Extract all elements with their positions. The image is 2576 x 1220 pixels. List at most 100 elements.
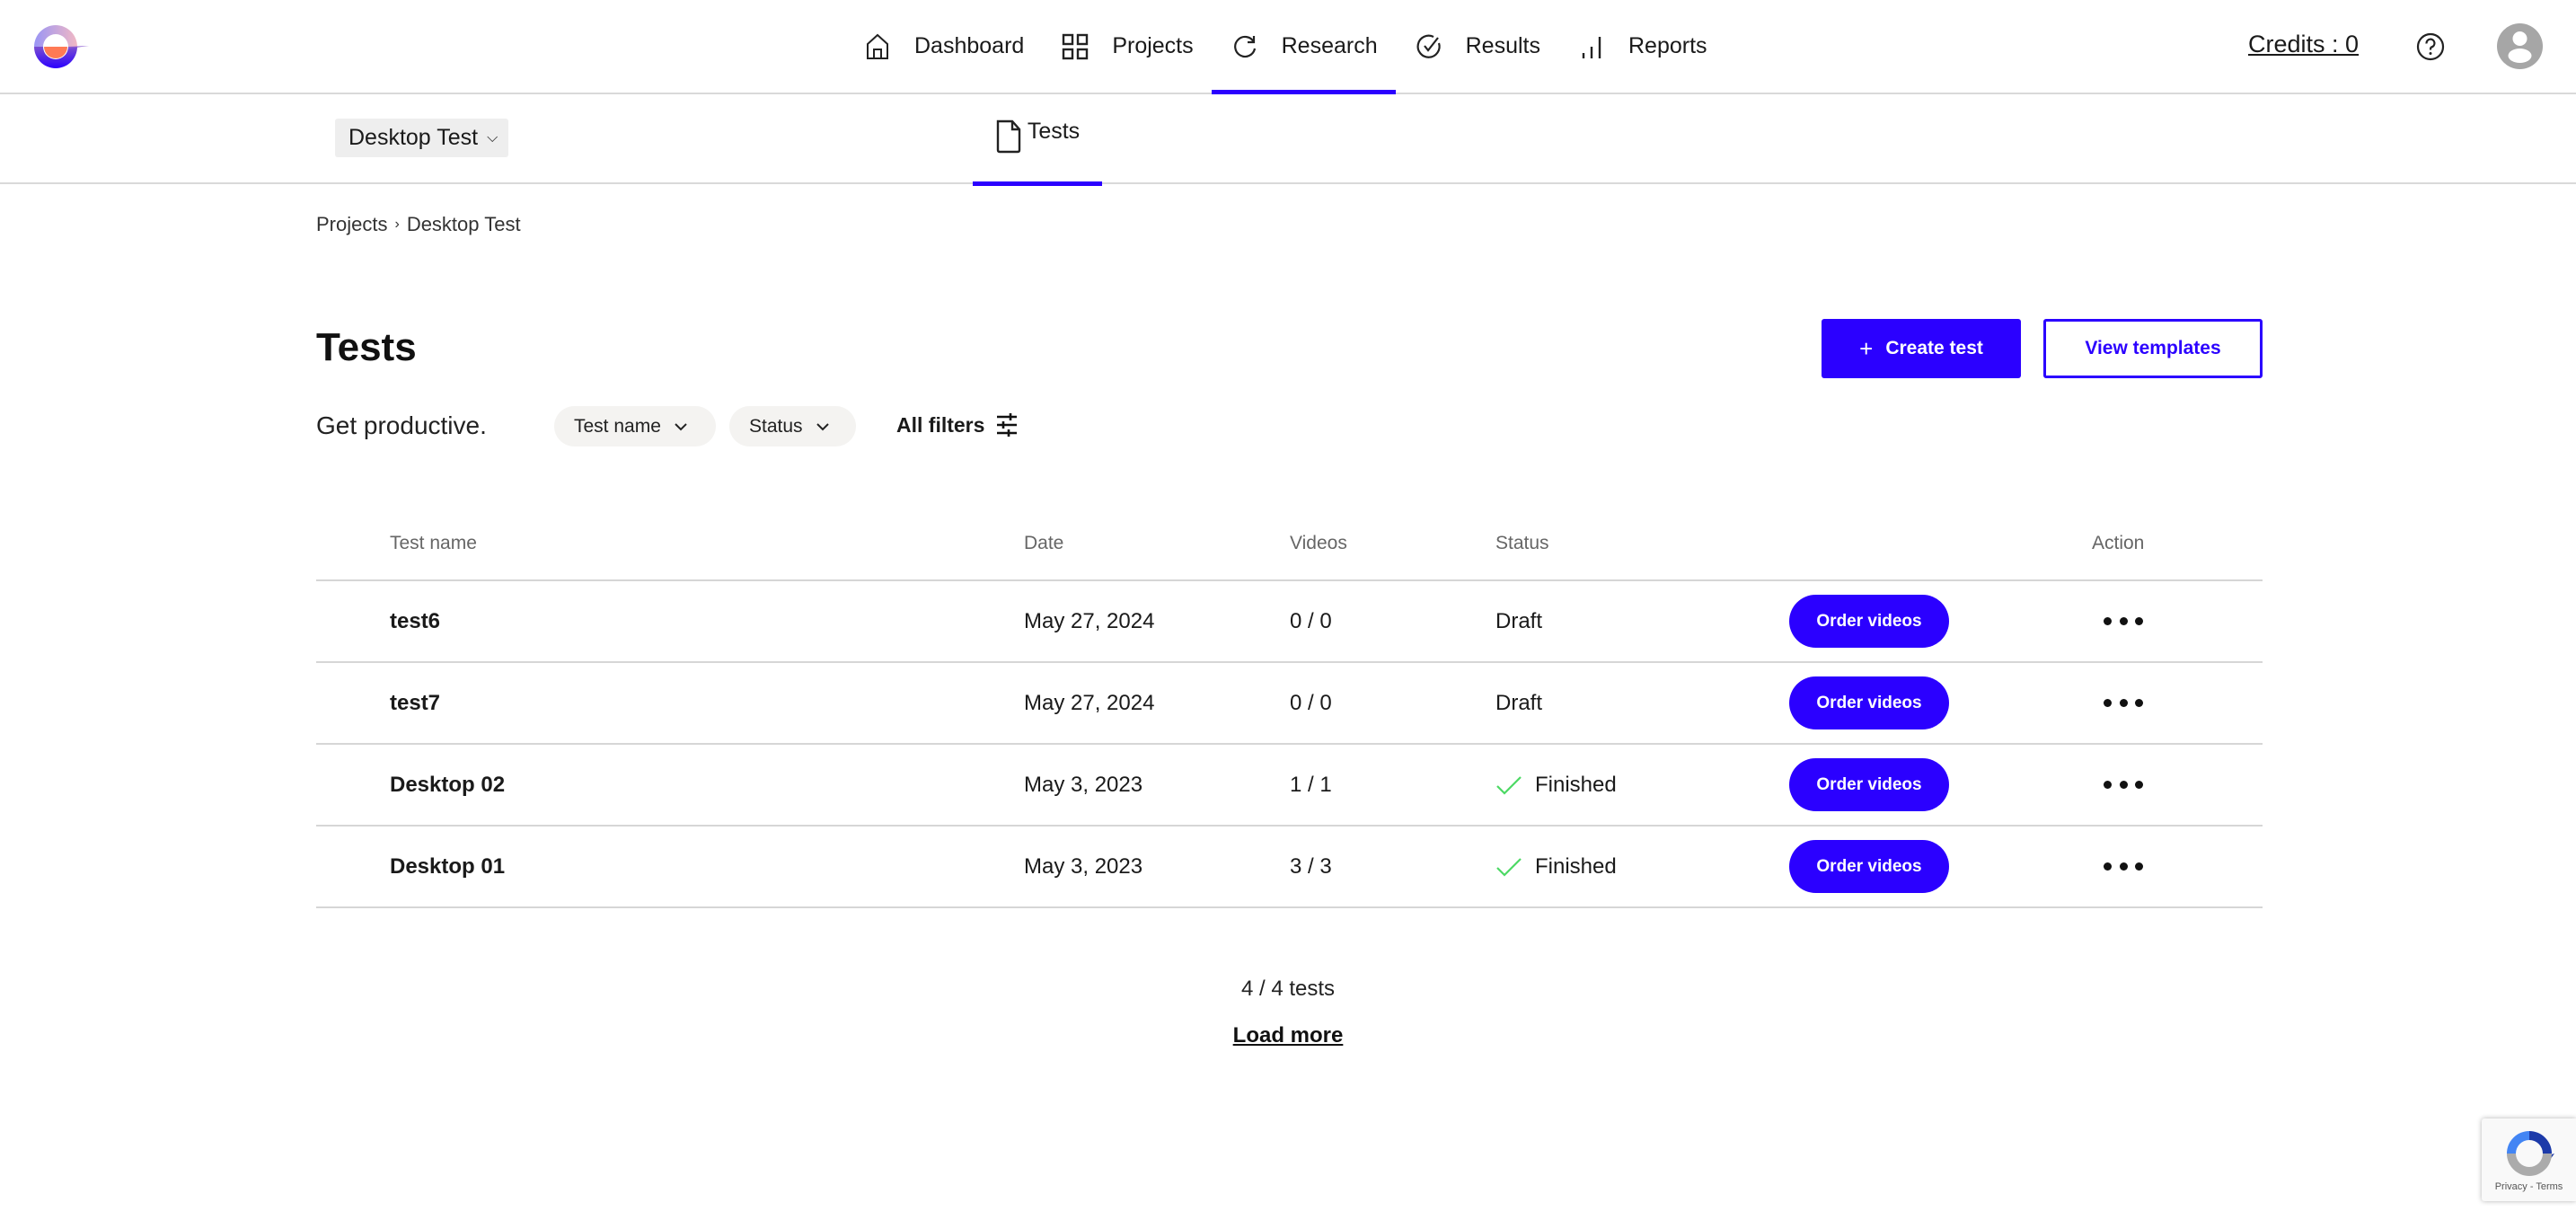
action-cell — [2104, 745, 2143, 825]
nav-label: Dashboard — [914, 33, 1025, 58]
nav-label: Reports — [1628, 33, 1707, 58]
chevron-down-icon — [675, 422, 687, 430]
recaptcha-icon — [2506, 1131, 2554, 1176]
all-filters-label: All filters — [896, 412, 985, 437]
status-label: Draft — [1495, 690, 1543, 715]
table-body: test6 May 27, 2024 0 / 0 Draft Order vid… — [316, 581, 2263, 908]
status-label: Finished — [1535, 772, 1617, 797]
test-status: Draft — [1495, 663, 1542, 743]
tests-table: Test name Date Videos Status Action test… — [316, 526, 2263, 908]
nav-label: Projects — [1112, 33, 1194, 58]
filter-status[interactable]: Status — [729, 406, 856, 446]
user-avatar-icon[interactable] — [2497, 23, 2543, 69]
recaptcha-badge[interactable]: Privacy - Terms — [2482, 1118, 2576, 1201]
order-cell: Order videos — [1789, 663, 1949, 743]
test-name[interactable]: Desktop 01 — [390, 827, 505, 906]
column-header-action: Action — [2092, 533, 2145, 553]
more-options-icon[interactable] — [2104, 690, 2143, 717]
test-name[interactable]: Desktop 02 — [390, 745, 505, 825]
top-navigation-bar: Dashboard Projects Research Results Repo… — [0, 0, 2576, 94]
more-options-icon[interactable] — [2104, 772, 2143, 799]
view-templates-button[interactable]: View templates — [2043, 319, 2263, 378]
chevron-down-icon: ⌵ — [487, 129, 498, 146]
load-more-container: Load more — [0, 1023, 2576, 1048]
nav-reports[interactable]: Reports — [1558, 0, 1725, 93]
test-videos: 0 / 0 — [1290, 608, 1332, 633]
nav-results[interactable]: Results — [1396, 0, 1558, 93]
table-row[interactable]: Desktop 01 May 3, 2023 3 / 3 Finished Or… — [316, 827, 2263, 908]
test-date: May 27, 2024 — [1024, 690, 1155, 715]
filter-label: Status — [749, 415, 803, 437]
column-header-test-name[interactable]: Test name — [390, 533, 477, 554]
bar-chart-icon — [1576, 31, 1607, 62]
test-videos: 1 / 1 — [1290, 772, 1332, 797]
column-header-status[interactable]: Status — [1495, 533, 1549, 554]
document-icon — [996, 119, 1021, 154]
order-cell: Order videos — [1789, 581, 1949, 661]
table-row[interactable]: test7 May 27, 2024 0 / 0 Draft Order vid… — [316, 663, 2263, 745]
check-icon — [1496, 775, 1522, 795]
check-circle-icon — [1414, 31, 1444, 62]
grid-icon — [1060, 31, 1090, 62]
check-icon — [1496, 857, 1522, 877]
order-cell: Order videos — [1789, 827, 1949, 906]
test-date: May 3, 2023 — [1024, 772, 1143, 797]
nav-dashboard[interactable]: Dashboard — [844, 0, 1042, 93]
main-nav: Dashboard Projects Research Results Repo… — [844, 0, 1725, 94]
column-header-videos[interactable]: Videos — [1290, 533, 1347, 554]
test-videos: 3 / 3 — [1290, 853, 1332, 879]
column-header-date[interactable]: Date — [1024, 533, 1063, 554]
app-logo[interactable] — [32, 23, 90, 70]
action-cell — [2104, 663, 2143, 743]
action-cell — [2104, 581, 2143, 661]
tests-count: 4 / 4 tests — [1240, 977, 1336, 1001]
breadcrumb-current: Desktop Test — [406, 213, 521, 235]
test-status: Finished — [1495, 745, 1617, 825]
test-date: May 27, 2024 — [1024, 608, 1155, 633]
action-cell — [2104, 827, 2143, 906]
tab-label: Tests — [1027, 119, 1081, 144]
refresh-icon — [1230, 31, 1260, 62]
all-filters-button[interactable]: All filters — [896, 411, 1019, 438]
status-label: Finished — [1535, 853, 1617, 879]
filter-test-name[interactable]: Test name — [554, 406, 716, 446]
test-name[interactable]: test7 — [390, 663, 440, 743]
create-test-label: Create test — [1885, 338, 1983, 358]
home-icon — [862, 31, 893, 62]
breadcrumb: Projects › Desktop Test — [316, 213, 521, 236]
more-options-icon[interactable] — [2104, 608, 2143, 635]
order-videos-button[interactable]: Order videos — [1789, 840, 1949, 893]
plus-icon: + — [1859, 334, 1874, 362]
project-select-value: Desktop Test — [348, 125, 479, 150]
create-test-button[interactable]: + Create test — [1822, 319, 2021, 378]
breadcrumb-separator: › — [394, 217, 400, 232]
test-status: Finished — [1495, 827, 1617, 906]
table-row[interactable]: test6 May 27, 2024 0 / 0 Draft Order vid… — [316, 581, 2263, 663]
test-status: Draft — [1495, 581, 1542, 661]
help-icon[interactable] — [2416, 32, 2445, 61]
table-header: Test name Date Videos Status Action — [316, 526, 2263, 581]
table-row[interactable]: Desktop 02 May 3, 2023 1 / 1 Finished Or… — [316, 745, 2263, 827]
order-videos-button[interactable]: Order videos — [1789, 595, 1949, 648]
nav-label: Research — [1281, 33, 1378, 58]
order-videos-button[interactable]: Order videos — [1789, 676, 1949, 729]
credits-link[interactable]: Credits : 0 — [2248, 31, 2359, 58]
nav-label: Results — [1465, 33, 1540, 58]
test-videos: 0 / 0 — [1290, 690, 1332, 715]
more-options-icon[interactable] — [2104, 853, 2143, 880]
page-title: Tests — [316, 325, 417, 369]
recaptcha-links[interactable]: Privacy - Terms — [2495, 1181, 2563, 1192]
status-label: Draft — [1495, 608, 1543, 633]
sliders-icon — [997, 413, 1018, 437]
nav-projects[interactable]: Projects — [1042, 0, 1211, 93]
breadcrumb-projects[interactable]: Projects — [316, 213, 387, 236]
order-videos-button[interactable]: Order videos — [1789, 758, 1949, 811]
nav-research[interactable]: Research — [1211, 0, 1396, 94]
tab-tests[interactable]: Tests — [973, 94, 1102, 186]
test-date: May 3, 2023 — [1024, 853, 1143, 879]
filter-label: Test name — [574, 415, 661, 437]
chevron-down-icon — [816, 422, 829, 430]
project-select[interactable]: Desktop Test ⌵ — [335, 119, 509, 157]
load-more-link[interactable]: Load more — [1233, 1023, 1344, 1048]
test-name[interactable]: test6 — [390, 581, 440, 661]
